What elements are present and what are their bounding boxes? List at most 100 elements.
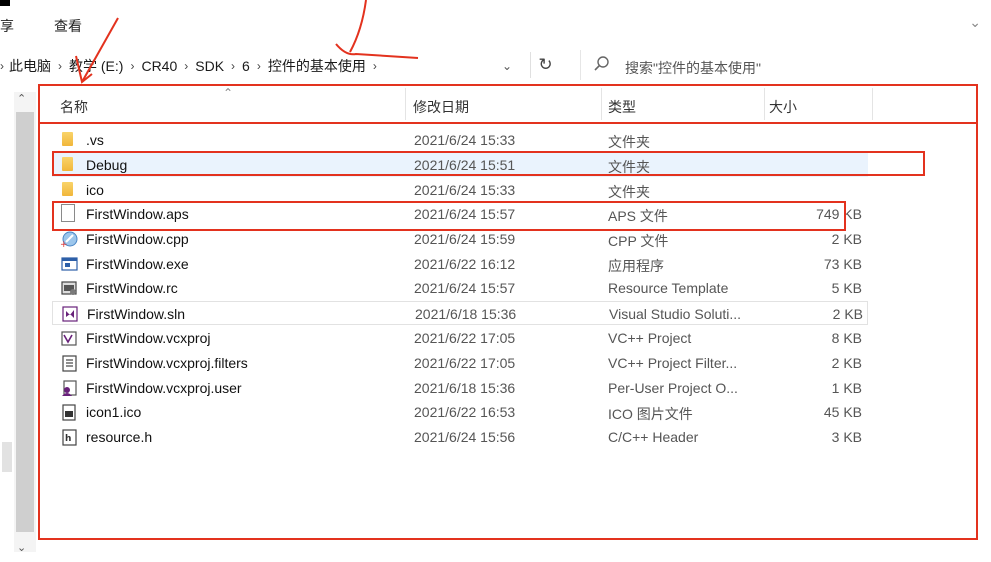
file-type: VC++ Project Filter...: [608, 355, 738, 371]
column-date-modified[interactable]: 修改日期: [413, 97, 469, 117]
file-date: 2021/6/22 17:05: [414, 355, 516, 371]
search-placeholder: 搜索"控件的基本使用": [625, 60, 761, 76]
list-item-folder[interactable]: .vs 2021/6/24 15:33 文件夹: [52, 128, 868, 152]
file-name: FirstWindow.vcxproj: [86, 330, 211, 346]
file-size: 2 KB: [832, 306, 863, 322]
column-name[interactable]: 名称: [60, 97, 88, 117]
sln-file-icon: [62, 306, 78, 322]
list-item-file[interactable]: FirstWindow.rc 2021/6/24 15:57 Resource …: [52, 276, 868, 300]
list-item-file[interactable]: + FirstWindow.cpp 2021/6/24 15:59 CPP 文件…: [52, 227, 868, 251]
tab-view[interactable]: 查看: [54, 16, 82, 36]
file-type: 应用程序: [608, 258, 664, 274]
list-item-file[interactable]: FirstWindow.vcxproj.filters 2021/6/22 17…: [52, 351, 868, 375]
file-name: FirstWindow.exe: [86, 256, 189, 272]
breadcrumb-current-folder[interactable]: 控件的基本使用: [268, 56, 366, 76]
scroll-up-icon[interactable]: ⌃: [17, 92, 26, 105]
svg-text:+: +: [60, 240, 68, 248]
file-name: .vs: [86, 132, 104, 148]
file-size: 3 KB: [831, 429, 862, 445]
file-date: 2021/6/22 17:05: [414, 330, 516, 346]
column-size[interactable]: 大小: [769, 97, 797, 117]
breadcrumb-sdk[interactable]: SDK: [195, 58, 224, 74]
file-date: 2021/6/24 15:56: [414, 429, 516, 445]
file-name: FirstWindow.rc: [86, 280, 178, 296]
folder-icon: [62, 182, 73, 196]
user-file-icon: [62, 380, 77, 396]
file-type: CPP 文件: [608, 233, 669, 249]
breadcrumb-separator-icon[interactable]: ›: [184, 59, 188, 73]
address-bar: › 此电脑 › 教学 (E:) › CR40 › SDK › 6 › 控件的基本…: [0, 48, 991, 82]
file-date: 2021/6/24 15:33: [414, 182, 516, 198]
cpp-file-icon: +: [60, 231, 78, 248]
scrollbar-thumb[interactable]: [16, 112, 34, 532]
file-name: FirstWindow.vcxproj.filters: [86, 355, 248, 371]
svg-text:h: h: [65, 434, 71, 444]
file-date: 2021/6/22 16:53: [414, 404, 516, 420]
file-size: 8 KB: [831, 330, 862, 346]
list-item-file[interactable]: h resource.h 2021/6/24 15:56 C/C++ Heade…: [52, 425, 868, 449]
column-divider[interactable]: [764, 88, 765, 120]
list-item-file[interactable]: FirstWindow.aps 2021/6/24 15:57 APS 文件 7…: [52, 202, 868, 226]
nav-scrollbar[interactable]: ⌃ ⌄: [14, 92, 36, 554]
folder-icon: [62, 132, 73, 146]
file-name: ico: [86, 182, 104, 198]
breadcrumb-drive-e[interactable]: 教学 (E:): [69, 56, 123, 76]
column-divider[interactable]: [872, 88, 873, 120]
breadcrumb-separator-icon[interactable]: ›: [231, 59, 235, 73]
list-item-file[interactable]: FirstWindow.sln 2021/6/18 15:36 Visual S…: [52, 301, 868, 325]
breadcrumb-separator-icon[interactable]: ›: [257, 59, 261, 73]
file-size: 45 KB: [823, 404, 862, 420]
file-type: 文件夹: [608, 159, 650, 175]
file-type: Per-User Project O...: [608, 380, 738, 396]
refresh-icon[interactable]: ↻: [530, 52, 560, 78]
list-item-file[interactable]: FirstWindow.vcxproj.user 2021/6/18 15:36…: [52, 376, 868, 400]
file-name: Debug: [86, 157, 128, 173]
column-divider[interactable]: [405, 88, 406, 120]
search-input[interactable]: 搜索"控件的基本使用": [580, 50, 991, 80]
breadcrumb-separator-icon[interactable]: ›: [373, 59, 377, 73]
chevron-down-icon[interactable]: ⌄: [969, 14, 981, 31]
search-icon: [594, 56, 609, 71]
file-date: 2021/6/24 15:33: [414, 132, 516, 148]
file-size: 1 KB: [831, 380, 862, 396]
ico-file-icon: [62, 404, 76, 421]
file-name: FirstWindow.sln: [87, 306, 186, 322]
file-date: 2021/6/24 15:51: [414, 157, 516, 173]
tab-share[interactable]: 享: [0, 16, 14, 36]
list-item-file[interactable]: FirstWindow.vcxproj 2021/6/22 17:05 VC++…: [52, 326, 868, 350]
file-date: 2021/6/22 16:12: [414, 256, 516, 272]
file-icon: [61, 204, 75, 222]
breadcrumb-this-pc[interactable]: 此电脑: [9, 56, 51, 76]
file-size: 2 KB: [831, 355, 862, 371]
file-date: 2021/6/24 15:59: [414, 231, 516, 247]
breadcrumb-separator-icon[interactable]: ›: [58, 59, 62, 73]
file-date: 2021/6/18 15:36: [414, 380, 516, 396]
file-name: icon1.ico: [86, 404, 142, 420]
breadcrumb-cr40[interactable]: CR40: [141, 58, 177, 74]
breadcrumb-6[interactable]: 6: [242, 58, 250, 74]
file-name: FirstWindow.cpp: [86, 231, 189, 247]
breadcrumb-separator-icon[interactable]: ›: [130, 59, 134, 73]
breadcrumb-separator-icon[interactable]: ›: [0, 59, 4, 73]
file-date: 2021/6/18 15:36: [415, 306, 517, 322]
list-item-file[interactable]: FirstWindow.exe 2021/6/22 16:12 应用程序 73 …: [52, 252, 868, 276]
list-item-folder[interactable]: Debug 2021/6/24 15:51 文件夹: [52, 153, 868, 177]
file-type: ICO 图片文件: [608, 406, 693, 422]
address-history-chevron-icon[interactable]: ⌄: [498, 56, 516, 76]
exe-icon: [61, 257, 78, 271]
file-size: 749 KB: [816, 206, 862, 222]
scroll-down-icon[interactable]: ⌄: [17, 541, 26, 554]
header-file-icon: h: [62, 429, 77, 446]
folder-icon: [62, 157, 73, 171]
list-item-file[interactable]: icon1.ico 2021/6/22 16:53 ICO 图片文件 45 KB: [52, 400, 868, 424]
nav-item-highlight[interactable]: [2, 442, 12, 472]
column-header: ⌃ 名称 修改日期 类型 大小: [40, 86, 991, 124]
column-type[interactable]: 类型: [608, 97, 636, 117]
ribbon: 享 查看 ⌄: [0, 0, 991, 40]
breadcrumb[interactable]: › 此电脑 › 教学 (E:) › CR40 › SDK › 6 › 控件的基本…: [0, 56, 384, 76]
column-divider[interactable]: [601, 88, 602, 120]
file-size: 2 KB: [831, 231, 862, 247]
list-item-folder[interactable]: ico 2021/6/24 15:33 文件夹: [52, 178, 868, 202]
file-type: 文件夹: [608, 134, 650, 150]
rc-file-icon: [61, 281, 77, 295]
